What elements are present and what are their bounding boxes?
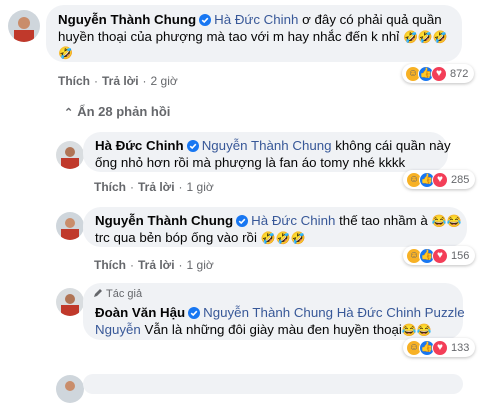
avatar[interactable]	[8, 10, 40, 42]
reply-button[interactable]: Trả lời	[102, 74, 139, 88]
reaction-count: 133	[451, 341, 470, 354]
mention-link[interactable]: Nguyễn	[95, 322, 141, 337]
comment-author[interactable]: Nguyễn Thành Chung	[58, 12, 196, 27]
comment-bubble: Nguyễn Thành Chung Hà Đức Chinh thế tao n…	[83, 207, 467, 247]
mention-link[interactable]: Hà Đức Chinh	[251, 213, 335, 228]
avatar[interactable]	[56, 141, 84, 169]
timestamp[interactable]: 1 giờ	[187, 180, 214, 194]
love-icon: ♥	[432, 339, 448, 356]
timestamp[interactable]: 2 giờ	[151, 74, 178, 88]
chevron-up-icon: ⌃	[64, 107, 74, 119]
verified-icon	[199, 14, 212, 26]
emoji: 🤣🤣🤣	[402, 30, 448, 44]
love-icon: ♥	[431, 65, 447, 82]
comment-actions: Thích · Trả lời · 2 giờ	[58, 74, 178, 88]
comment-bubble: Tác giả Đoàn Văn Hậu Nguyễn Thành Chung H…	[83, 283, 465, 340]
timestamp[interactable]: 1 giờ	[187, 258, 214, 272]
avatar[interactable]	[56, 212, 84, 240]
comment-bubble: Nguyễn Thành Chung Hà Đức Chinh ơ đây có …	[46, 5, 462, 62]
avatar[interactable]	[56, 288, 84, 316]
reaction-summary[interactable]: ☺ 👍 ♥ 285	[403, 170, 476, 189]
reaction-count: 285	[451, 173, 470, 186]
reaction-count: 156	[451, 249, 470, 262]
mention-link[interactable]: Nguyễn Thành Chung	[202, 138, 332, 153]
verified-icon	[236, 215, 249, 227]
comment-text: không cái quần này	[335, 138, 451, 153]
comment-author[interactable]: Đoàn Văn Hậu	[95, 305, 185, 320]
love-icon: ♥	[432, 247, 448, 264]
comment-bubble	[83, 374, 463, 394]
verified-icon	[186, 140, 199, 152]
mention-link[interactable]: Nguyễn Thành Chung Hà Đức Chinh Puzzle	[203, 305, 464, 320]
comment-text: thế tao nhầm à	[339, 213, 428, 228]
love-icon: ♥	[432, 171, 448, 188]
author-tag: Tác giả	[93, 288, 142, 300]
verified-icon	[188, 307, 201, 319]
comment-actions: Thích · Trả lời · 1 giờ	[94, 180, 214, 194]
emoji: 😂😂	[431, 214, 462, 228]
reaction-summary[interactable]: ☺ 👍 ♥ 156	[403, 246, 476, 265]
reply-button[interactable]: Trả lời	[138, 258, 175, 272]
hide-replies-button[interactable]: ⌃ Ẩn 28 phản hồi	[64, 104, 170, 119]
emoji: 😂😂	[401, 323, 432, 337]
comment-actions: Thích · Trả lời · 1 giờ	[94, 258, 214, 272]
comment-author[interactable]: Nguyễn Thành Chung	[95, 213, 233, 228]
pen-icon	[94, 289, 102, 297]
like-button[interactable]: Thích	[94, 180, 126, 194]
mention-link[interactable]: Hà Đức Chinh	[214, 12, 298, 27]
hide-replies-label: Ẩn 28 phản hồi	[77, 104, 171, 119]
reaction-summary[interactable]: ☺ 👍 ♥ 872	[402, 64, 475, 83]
comment-text: ống nhỏ hơn rồi mà phượng là fan áo tomy…	[95, 155, 406, 170]
comment-text: ơ đây có phải quả quần	[302, 12, 442, 27]
emoji: 🤣🤣🤣	[260, 231, 306, 245]
reaction-count: 872	[450, 67, 469, 80]
avatar[interactable]	[56, 375, 84, 403]
like-button[interactable]: Thích	[58, 74, 90, 88]
comment-text: Vẫn là những đôi giày màu đen huyền thoạ…	[144, 322, 402, 337]
like-button[interactable]: Thích	[94, 258, 126, 272]
comment-text: huyền thoại của phượng mà tao với m hay …	[58, 29, 400, 44]
emoji: 🤣	[58, 46, 73, 60]
comment-author[interactable]: Hà Đức Chinh	[95, 138, 184, 153]
reaction-summary[interactable]: ☺ 👍 ♥ 133	[403, 338, 476, 357]
comment-text: trc qua bẻn bóp ống vào rồi	[95, 230, 257, 245]
comment-bubble: Hà Đức Chinh Nguyễn Thành Chung không cái…	[83, 132, 451, 172]
reply-button[interactable]: Trả lời	[138, 180, 175, 194]
